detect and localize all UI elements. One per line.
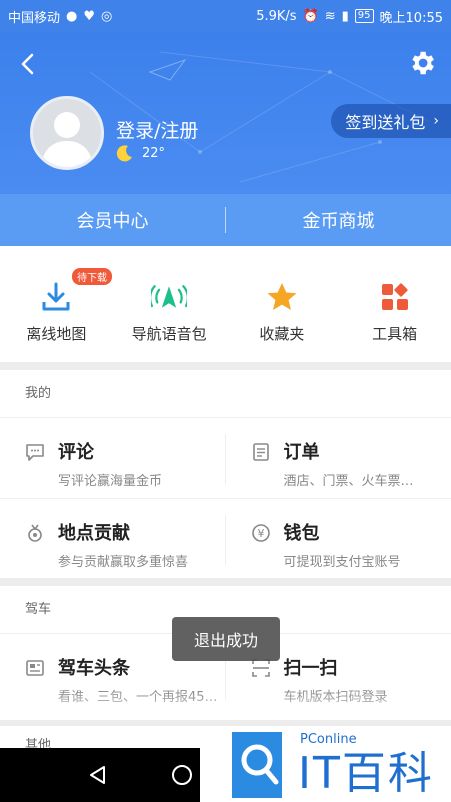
clock: 晚上10:55 (379, 10, 443, 26)
contribution-icon (28, 524, 42, 542)
temperature: 22° (142, 145, 166, 161)
member-center-tab[interactable]: 会员中心 (0, 207, 225, 233)
comment-icon (26, 444, 44, 461)
mine-section: 我的 评论 写评论赢海量金币 订单 酒店、门票、火车票… 地点贡献 参与贡献赢取… (0, 370, 451, 578)
nav-back-button[interactable] (86, 763, 110, 787)
nav-home-button[interactable] (170, 763, 194, 787)
entry-subtitle: 可提现到支付宝账号 (283, 555, 401, 570)
wallet-icon: ¥ (251, 524, 270, 542)
star-icon (267, 283, 297, 310)
avatar[interactable] (30, 96, 104, 170)
login-register-link[interactable]: 登录/注册 (116, 116, 198, 143)
heart-icon: ♥ (83, 8, 96, 24)
entry-title: 地点贡献 (58, 523, 130, 544)
chevron-right-icon: › (433, 113, 439, 129)
member-bar: 会员中心 金币商城 (0, 194, 451, 246)
weather-info: 22° (116, 144, 165, 162)
download-icon (42, 282, 70, 311)
carrier-label: 中国移动 (8, 10, 61, 26)
status-dot-icon: ● (66, 8, 78, 24)
wallet-entry[interactable]: ¥ 钱包 可提现到支付宝账号 (226, 499, 451, 580)
moon-icon (116, 145, 132, 162)
scroll-fade (0, 690, 451, 720)
wifi-icon: ≋ (324, 8, 336, 24)
voice-navigation-icon (151, 285, 188, 308)
profile-header: 登录/注册 22° 签到送礼包 › (0, 32, 451, 194)
alarm-icon: ⏰ (302, 8, 319, 24)
watermark-brand: PConline (300, 732, 357, 747)
watermark: PConline IT百科 (200, 728, 451, 802)
chevron-left-icon (21, 53, 34, 75)
order-icon (252, 443, 269, 461)
order-entry[interactable]: 订单 酒店、门票、火车票… (225, 418, 451, 499)
comment-entry[interactable]: 评论 写评论赢海量金币 (0, 418, 226, 499)
pending-download-badge: 待下载 (72, 268, 112, 285)
entry-subtitle: 写评论赢海量金币 (58, 474, 163, 489)
search-logo-icon (241, 744, 279, 785)
offline-map-label: 离线地图 (26, 325, 87, 343)
checkin-label: 签到送礼包 (345, 113, 426, 132)
triangle-back-icon (90, 766, 105, 784)
pconline-logo (232, 732, 282, 798)
entry-title: 钱包 (283, 523, 320, 544)
toolbox-label: 工具箱 (372, 325, 418, 343)
toolbox-icon (381, 283, 408, 310)
entry-title: 评论 (58, 442, 94, 463)
section-title: 我的 (0, 370, 451, 418)
default-avatar-icon (41, 112, 93, 167)
battery-icon: 95 (354, 9, 374, 23)
favorites-button[interactable]: 收藏夹 (226, 246, 339, 362)
offline-map-button[interactable]: 待下载 离线地图 (0, 246, 113, 362)
checkin-gift-button[interactable]: 签到送礼包 › (331, 104, 451, 138)
favorites-label: 收藏夹 (259, 325, 305, 343)
svg-text:¥: ¥ (257, 527, 264, 540)
watermark-text: IT百科 (298, 748, 434, 799)
status-bar: 中国移动 ● ♥ ◎ 5.9K/s ⏰ ≋ ▮ 95 晚上10:55 (0, 0, 451, 32)
gold-mall-tab[interactable]: 金币商城 (226, 207, 451, 233)
circle-home-icon (172, 765, 192, 785)
news-icon (26, 660, 44, 676)
entry-subtitle: 酒店、门票、火车票… (283, 474, 414, 489)
chat-icon: ◎ (101, 8, 113, 24)
settings-button[interactable] (407, 48, 437, 78)
voice-package-label: 导航语音包 (131, 325, 207, 343)
signal-icon: ▮ (341, 8, 349, 24)
entry-title: 订单 (283, 442, 320, 463)
logout-toast: 退出成功 (172, 617, 280, 661)
back-button[interactable] (14, 50, 42, 78)
gear-icon (412, 51, 434, 75)
entry-title: 扫一扫 (283, 658, 338, 679)
quick-actions: 待下载 离线地图 导航语音包 收藏夹 工具箱 (0, 246, 451, 362)
net-speed: 5.9K/s (256, 8, 297, 24)
entry-subtitle: 参与贡献赢取多重惊喜 (58, 555, 189, 570)
contribution-entry[interactable]: 地点贡献 参与贡献赢取多重惊喜 (0, 499, 226, 580)
voice-package-button[interactable]: 导航语音包 (113, 246, 226, 362)
toolbox-button[interactable]: 工具箱 (338, 246, 451, 362)
